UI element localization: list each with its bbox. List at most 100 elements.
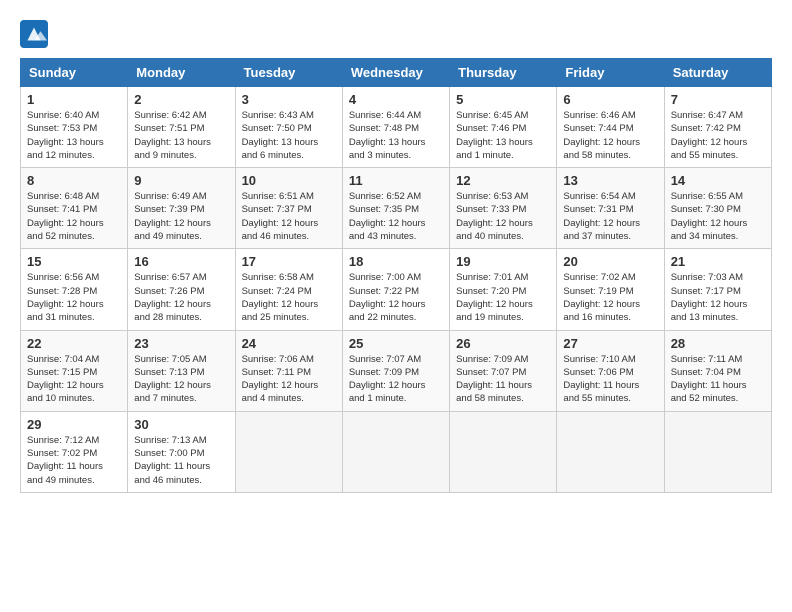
day-info: Sunrise: 6:49 AM Sunset: 7:39 PM Dayligh…	[134, 190, 228, 243]
calendar-cell: 23 Sunrise: 7:05 AM Sunset: 7:13 PM Dayl…	[128, 330, 235, 411]
day-info: Sunrise: 7:04 AM Sunset: 7:15 PM Dayligh…	[27, 353, 121, 406]
day-number: 6	[563, 92, 657, 107]
day-info: Sunrise: 6:47 AM Sunset: 7:42 PM Dayligh…	[671, 109, 765, 162]
day-number: 9	[134, 173, 228, 188]
day-info: Sunrise: 7:03 AM Sunset: 7:17 PM Dayligh…	[671, 271, 765, 324]
day-info: Sunrise: 6:52 AM Sunset: 7:35 PM Dayligh…	[349, 190, 443, 243]
day-number: 2	[134, 92, 228, 107]
calendar-cell: 8 Sunrise: 6:48 AM Sunset: 7:41 PM Dayli…	[21, 168, 128, 249]
day-info: Sunrise: 7:00 AM Sunset: 7:22 PM Dayligh…	[349, 271, 443, 324]
calendar-cell: 7 Sunrise: 6:47 AM Sunset: 7:42 PM Dayli…	[664, 87, 771, 168]
week-row-5: 29 Sunrise: 7:12 AM Sunset: 7:02 PM Dayl…	[21, 411, 772, 492]
day-info: Sunrise: 6:56 AM Sunset: 7:28 PM Dayligh…	[27, 271, 121, 324]
calendar-cell: 26 Sunrise: 7:09 AM Sunset: 7:07 PM Dayl…	[450, 330, 557, 411]
calendar-cell: 18 Sunrise: 7:00 AM Sunset: 7:22 PM Dayl…	[342, 249, 449, 330]
day-info: Sunrise: 6:45 AM Sunset: 7:46 PM Dayligh…	[456, 109, 550, 162]
day-number: 3	[242, 92, 336, 107]
calendar-cell: 21 Sunrise: 7:03 AM Sunset: 7:17 PM Dayl…	[664, 249, 771, 330]
calendar-cell: 14 Sunrise: 6:55 AM Sunset: 7:30 PM Dayl…	[664, 168, 771, 249]
calendar-cell: 25 Sunrise: 7:07 AM Sunset: 7:09 PM Dayl…	[342, 330, 449, 411]
calendar-cell	[557, 411, 664, 492]
calendar-cell: 11 Sunrise: 6:52 AM Sunset: 7:35 PM Dayl…	[342, 168, 449, 249]
day-info: Sunrise: 7:06 AM Sunset: 7:11 PM Dayligh…	[242, 353, 336, 406]
day-number: 24	[242, 336, 336, 351]
day-info: Sunrise: 7:09 AM Sunset: 7:07 PM Dayligh…	[456, 353, 550, 406]
calendar-cell: 29 Sunrise: 7:12 AM Sunset: 7:02 PM Dayl…	[21, 411, 128, 492]
calendar-cell	[342, 411, 449, 492]
day-number: 18	[349, 254, 443, 269]
day-number: 16	[134, 254, 228, 269]
day-number: 15	[27, 254, 121, 269]
day-info: Sunrise: 6:58 AM Sunset: 7:24 PM Dayligh…	[242, 271, 336, 324]
calendar-cell: 1 Sunrise: 6:40 AM Sunset: 7:53 PM Dayli…	[21, 87, 128, 168]
day-header-tuesday: Tuesday	[235, 59, 342, 87]
day-info: Sunrise: 6:53 AM Sunset: 7:33 PM Dayligh…	[456, 190, 550, 243]
week-row-4: 22 Sunrise: 7:04 AM Sunset: 7:15 PM Dayl…	[21, 330, 772, 411]
calendar-cell: 20 Sunrise: 7:02 AM Sunset: 7:19 PM Dayl…	[557, 249, 664, 330]
day-number: 1	[27, 92, 121, 107]
logo-icon	[20, 20, 48, 48]
day-number: 30	[134, 417, 228, 432]
day-info: Sunrise: 6:54 AM Sunset: 7:31 PM Dayligh…	[563, 190, 657, 243]
calendar-cell: 4 Sunrise: 6:44 AM Sunset: 7:48 PM Dayli…	[342, 87, 449, 168]
day-number: 27	[563, 336, 657, 351]
day-header-row: SundayMondayTuesdayWednesdayThursdayFrid…	[21, 59, 772, 87]
day-header-sunday: Sunday	[21, 59, 128, 87]
calendar-cell: 24 Sunrise: 7:06 AM Sunset: 7:11 PM Dayl…	[235, 330, 342, 411]
day-info: Sunrise: 7:01 AM Sunset: 7:20 PM Dayligh…	[456, 271, 550, 324]
calendar-cell: 13 Sunrise: 6:54 AM Sunset: 7:31 PM Dayl…	[557, 168, 664, 249]
calendar-cell: 3 Sunrise: 6:43 AM Sunset: 7:50 PM Dayli…	[235, 87, 342, 168]
day-number: 19	[456, 254, 550, 269]
day-number: 4	[349, 92, 443, 107]
logo	[20, 20, 52, 48]
calendar-table: SundayMondayTuesdayWednesdayThursdayFrid…	[20, 58, 772, 493]
day-info: Sunrise: 6:48 AM Sunset: 7:41 PM Dayligh…	[27, 190, 121, 243]
day-header-friday: Friday	[557, 59, 664, 87]
day-number: 22	[27, 336, 121, 351]
calendar-cell: 22 Sunrise: 7:04 AM Sunset: 7:15 PM Dayl…	[21, 330, 128, 411]
day-info: Sunrise: 6:40 AM Sunset: 7:53 PM Dayligh…	[27, 109, 121, 162]
day-info: Sunrise: 7:05 AM Sunset: 7:13 PM Dayligh…	[134, 353, 228, 406]
day-number: 5	[456, 92, 550, 107]
day-number: 20	[563, 254, 657, 269]
day-number: 8	[27, 173, 121, 188]
calendar-cell: 16 Sunrise: 6:57 AM Sunset: 7:26 PM Dayl…	[128, 249, 235, 330]
day-number: 26	[456, 336, 550, 351]
day-number: 17	[242, 254, 336, 269]
day-number: 10	[242, 173, 336, 188]
day-info: Sunrise: 7:10 AM Sunset: 7:06 PM Dayligh…	[563, 353, 657, 406]
week-row-1: 1 Sunrise: 6:40 AM Sunset: 7:53 PM Dayli…	[21, 87, 772, 168]
day-number: 23	[134, 336, 228, 351]
calendar-cell: 30 Sunrise: 7:13 AM Sunset: 7:00 PM Dayl…	[128, 411, 235, 492]
day-info: Sunrise: 6:43 AM Sunset: 7:50 PM Dayligh…	[242, 109, 336, 162]
day-number: 21	[671, 254, 765, 269]
day-info: Sunrise: 6:55 AM Sunset: 7:30 PM Dayligh…	[671, 190, 765, 243]
day-info: Sunrise: 7:12 AM Sunset: 7:02 PM Dayligh…	[27, 434, 121, 487]
day-info: Sunrise: 6:42 AM Sunset: 7:51 PM Dayligh…	[134, 109, 228, 162]
day-info: Sunrise: 6:46 AM Sunset: 7:44 PM Dayligh…	[563, 109, 657, 162]
page-header	[20, 20, 772, 48]
calendar-cell: 5 Sunrise: 6:45 AM Sunset: 7:46 PM Dayli…	[450, 87, 557, 168]
calendar-cell: 15 Sunrise: 6:56 AM Sunset: 7:28 PM Dayl…	[21, 249, 128, 330]
day-header-saturday: Saturday	[664, 59, 771, 87]
day-number: 7	[671, 92, 765, 107]
day-info: Sunrise: 7:02 AM Sunset: 7:19 PM Dayligh…	[563, 271, 657, 324]
calendar-cell: 6 Sunrise: 6:46 AM Sunset: 7:44 PM Dayli…	[557, 87, 664, 168]
calendar-cell: 17 Sunrise: 6:58 AM Sunset: 7:24 PM Dayl…	[235, 249, 342, 330]
calendar-cell: 27 Sunrise: 7:10 AM Sunset: 7:06 PM Dayl…	[557, 330, 664, 411]
week-row-2: 8 Sunrise: 6:48 AM Sunset: 7:41 PM Dayli…	[21, 168, 772, 249]
day-number: 25	[349, 336, 443, 351]
day-header-wednesday: Wednesday	[342, 59, 449, 87]
day-number: 13	[563, 173, 657, 188]
calendar-cell	[450, 411, 557, 492]
calendar-cell: 10 Sunrise: 6:51 AM Sunset: 7:37 PM Dayl…	[235, 168, 342, 249]
day-info: Sunrise: 7:11 AM Sunset: 7:04 PM Dayligh…	[671, 353, 765, 406]
calendar-cell: 2 Sunrise: 6:42 AM Sunset: 7:51 PM Dayli…	[128, 87, 235, 168]
calendar-cell	[664, 411, 771, 492]
day-number: 28	[671, 336, 765, 351]
day-header-thursday: Thursday	[450, 59, 557, 87]
day-info: Sunrise: 6:44 AM Sunset: 7:48 PM Dayligh…	[349, 109, 443, 162]
day-number: 29	[27, 417, 121, 432]
day-number: 14	[671, 173, 765, 188]
calendar-cell: 28 Sunrise: 7:11 AM Sunset: 7:04 PM Dayl…	[664, 330, 771, 411]
